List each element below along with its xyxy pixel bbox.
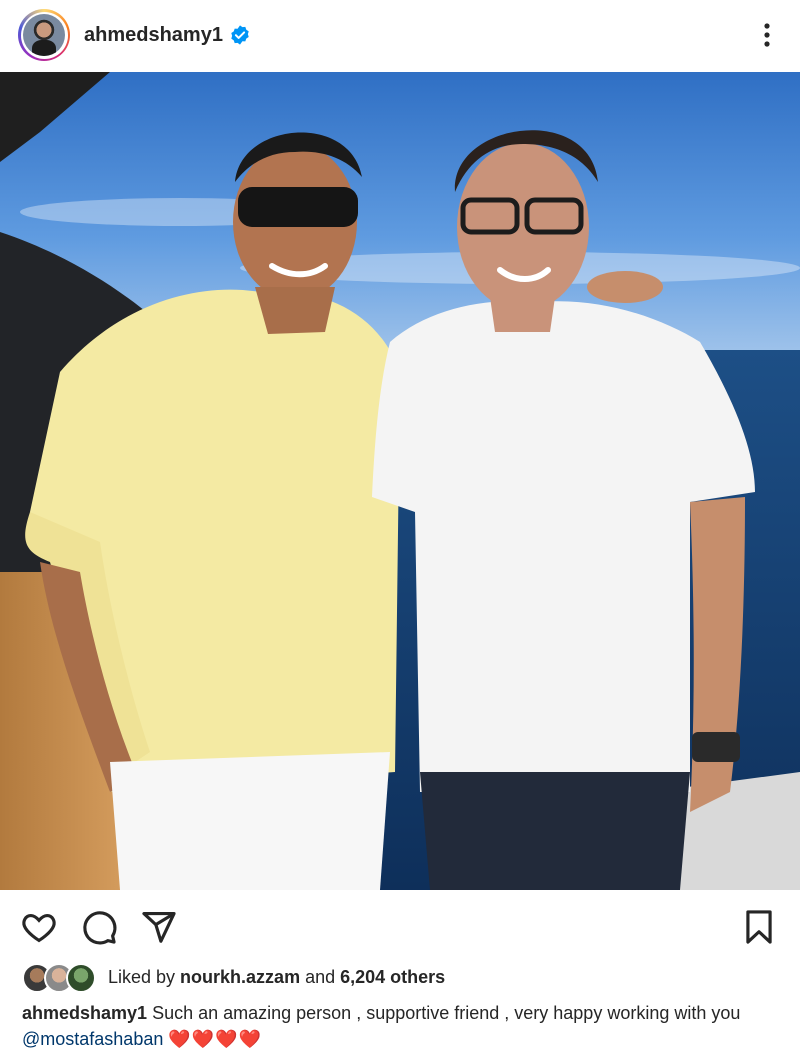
liker-avatars [22, 963, 96, 993]
more-options-button[interactable] [752, 15, 782, 55]
caption-text: Such an amazing person , supportive frie… [147, 1003, 741, 1023]
likes-summary[interactable]: Liked by nourkh.azzam and 6,204 others [22, 962, 445, 993]
avatar[interactable] [18, 9, 70, 61]
likes-prefix: Liked by [108, 966, 181, 987]
username-link[interactable]: ahmedshamy1 [84, 24, 223, 47]
caption-hearts: ❤️❤️❤️❤️ [168, 1029, 263, 1049]
bookmark-icon[interactable] [740, 908, 778, 946]
comment-bubble-icon[interactable] [80, 908, 118, 946]
avatar-image [23, 14, 65, 56]
post-image[interactable] [0, 72, 800, 890]
paper-plane-icon[interactable] [140, 908, 178, 946]
likes-count[interactable]: 6,204 others [340, 967, 445, 987]
post-actions-bar [0, 898, 800, 956]
liker-avatar [66, 963, 96, 993]
likes-and: and [300, 966, 341, 987]
caption-mention[interactable]: @mostafashaban [22, 1029, 163, 1049]
verified-badge-icon [231, 25, 249, 45]
post-caption: ahmedshamy1 Such an amazing person , sup… [22, 1000, 782, 1052]
post-header: ahmedshamy1 [0, 0, 800, 70]
post-photo-illustration [0, 72, 800, 890]
avatar-border [20, 11, 68, 59]
liker-username[interactable]: nourkh.azzam [180, 967, 300, 987]
more-vertical-icon [764, 23, 770, 47]
caption-username[interactable]: ahmedshamy1 [22, 1003, 147, 1023]
likes-text: Liked by nourkh.azzam and 6,204 others [108, 967, 445, 988]
heart-outline-icon[interactable] [20, 908, 58, 946]
